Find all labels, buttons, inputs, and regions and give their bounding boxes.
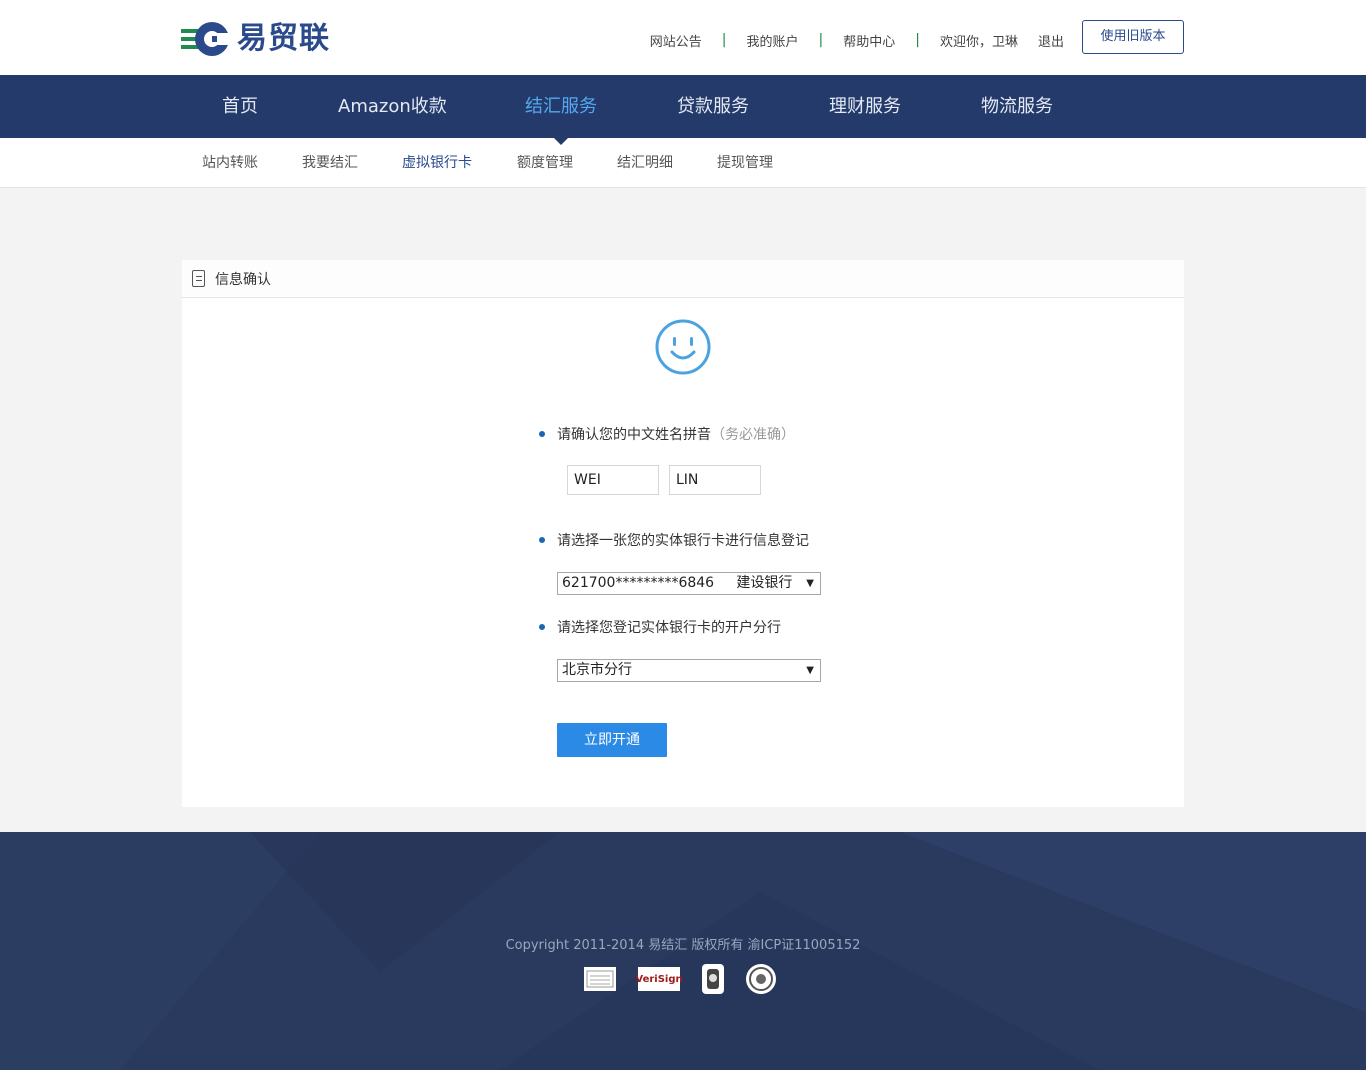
branch-select-value: 北京市分行 <box>562 662 632 678</box>
nav-loans[interactable]: 贷款服务 <box>677 75 749 138</box>
logo-text: 易贸联 <box>237 21 330 56</box>
top-links: 网站公告 | 我的账户 | 帮助中心 | 欢迎你，卫琳 退出 <box>650 30 1064 50</box>
question-branch: 请选择您登记实体银行卡的开户分行 <box>539 617 781 637</box>
bullet <box>539 624 545 630</box>
my-account-link[interactable]: 我的账户 <box>747 31 799 50</box>
question-card-label: 请选择一张您的实体银行卡进行信息登记 <box>557 533 809 549</box>
document-icon <box>192 270 205 287</box>
verisign-badge-icon[interactable]: VeriSign <box>635 967 683 991</box>
question-card: 请选择一张您的实体银行卡进行信息登记 <box>539 530 809 550</box>
main-nav: 首页 Amazon收款 结汇服务 贷款服务 理财服务 物流服务 <box>0 75 1366 138</box>
subnav-virtual-card[interactable]: 虚拟银行卡 <box>402 138 472 188</box>
security-seal-icon[interactable] <box>746 964 776 994</box>
subnav-withdraw[interactable]: 提现管理 <box>717 138 773 188</box>
separator: | <box>721 32 727 48</box>
nav-amazon[interactable]: Amazon收款 <box>338 75 447 138</box>
sub-nav: 站内转账 我要结汇 虚拟银行卡 额度管理 结汇明细 提现管理 <box>0 138 1366 188</box>
confirm-panel: 信息确认 请确认您的中文姓名拼音 （务必准确） WEI LIN 请选择一张您的实… <box>182 260 1184 807</box>
surname-input[interactable]: WEI <box>567 465 659 495</box>
question-branch-label: 请选择您登记实体银行卡的开户分行 <box>557 620 781 636</box>
subnav-details[interactable]: 结汇明细 <box>617 138 673 188</box>
subnav-settle[interactable]: 我要结汇 <box>302 138 358 188</box>
separator: | <box>818 32 824 48</box>
subnav-internal-transfer[interactable]: 站内转账 <box>202 138 258 188</box>
dropdown-arrow-icon: ▼ <box>806 665 814 676</box>
subnav-quota[interactable]: 额度管理 <box>517 138 573 188</box>
nav-home[interactable]: 首页 <box>222 75 258 138</box>
help-center-link[interactable]: 帮助中心 <box>843 31 895 50</box>
smile-icon <box>655 319 711 375</box>
card-select-value: 621700*********6846 建设银行 <box>562 575 793 591</box>
bullet <box>539 431 545 437</box>
announcements-link[interactable]: 网站公告 <box>650 31 702 50</box>
question-name-hint: （务必准确） <box>711 427 795 443</box>
site-footer: Copyright 2011-2014 易结汇 版权所有 渝ICP证110051… <box>0 832 1366 1070</box>
trust-badges: VeriSign <box>584 964 798 994</box>
site-header: 易贸联 网站公告 | 我的账户 | 帮助中心 | 欢迎你，卫琳 退出 使用旧版本 <box>0 0 1366 75</box>
dropdown-arrow-icon: ▼ <box>806 578 814 589</box>
copyright-text: Copyright 2011-2014 易结汇 版权所有 渝ICP证110051… <box>505 938 861 953</box>
logo-icon <box>181 22 231 56</box>
panel-header: 信息确认 <box>182 260 1184 298</box>
question-name: 请确认您的中文姓名拼音 （务必准确） <box>539 424 795 444</box>
police-badge-icon[interactable] <box>702 964 724 994</box>
bullet <box>539 537 545 543</box>
logo[interactable]: 易贸联 <box>181 20 330 58</box>
nav-logistics[interactable]: 物流服务 <box>981 75 1053 138</box>
activate-button[interactable]: 立即开通 <box>557 723 667 757</box>
panel-title: 信息确认 <box>215 271 271 288</box>
logout-link[interactable]: 退出 <box>1038 31 1064 50</box>
old-version-button[interactable]: 使用旧版本 <box>1082 20 1184 54</box>
question-name-label: 请确认您的中文姓名拼音 <box>557 427 711 443</box>
active-nav-caret <box>553 137 569 145</box>
cert-badge-icon[interactable] <box>584 967 616 991</box>
card-select[interactable]: 621700*********6846 建设银行 ▼ <box>557 572 821 595</box>
welcome-text: 欢迎你，卫琳 <box>939 34 1018 50</box>
branch-select[interactable]: 北京市分行 ▼ <box>557 659 821 682</box>
separator: | <box>915 32 920 48</box>
nav-wealth[interactable]: 理财服务 <box>829 75 901 138</box>
given-name-input[interactable]: LIN <box>669 465 761 495</box>
nav-settlement[interactable]: 结汇服务 <box>525 75 597 138</box>
